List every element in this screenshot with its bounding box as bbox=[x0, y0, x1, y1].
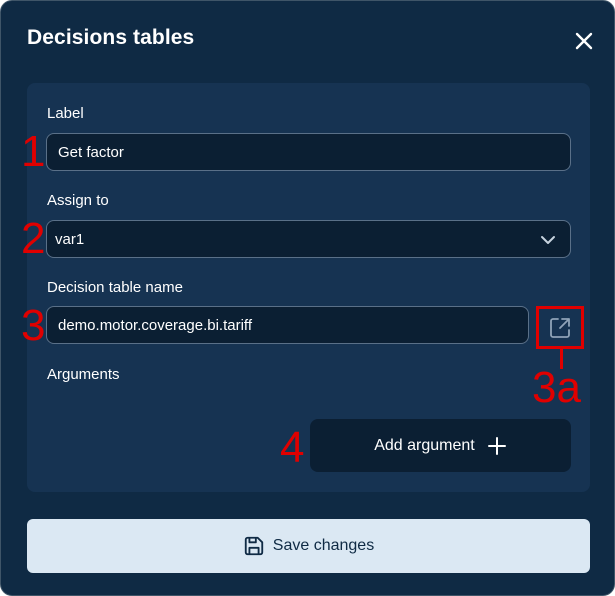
annotation-marker-3a: 3a bbox=[532, 363, 581, 412]
open-decision-table-button[interactable] bbox=[536, 306, 584, 349]
save-changes-button[interactable]: Save changes bbox=[27, 519, 590, 573]
decision-table-name-input[interactable]: demo.motor.coverage.bi.tariff bbox=[46, 306, 529, 344]
external-link-icon bbox=[550, 317, 570, 338]
save-changes-label: Save changes bbox=[272, 537, 375, 554]
annotation-marker-2: 2 bbox=[21, 214, 46, 263]
decision-tables-dialog: Decisions tables Label Get factor Assign… bbox=[0, 0, 615, 596]
add-argument-label: Add argument bbox=[374, 436, 475, 454]
floppy-disk-icon bbox=[244, 536, 263, 556]
label-input-value: Get factor bbox=[58, 143, 124, 161]
label-input[interactable]: Get factor bbox=[46, 133, 571, 171]
label-field-label: Label bbox=[47, 105, 84, 122]
assign-to-label: Assign to bbox=[47, 192, 109, 209]
annotation-marker-3: 3 bbox=[21, 301, 46, 350]
dialog-title: Decisions tables bbox=[27, 26, 195, 49]
close-icon bbox=[575, 32, 593, 50]
arguments-label: Arguments bbox=[47, 366, 120, 383]
form-panel: Label Get factor Assign to var1 Decision… bbox=[27, 83, 590, 492]
decision-table-name-value: demo.motor.coverage.bi.tariff bbox=[58, 316, 252, 334]
add-argument-button[interactable]: Add argument bbox=[310, 419, 571, 472]
plus-icon bbox=[487, 436, 506, 455]
decision-table-name-label: Decision table name bbox=[47, 279, 183, 296]
annotation-marker-4: 4 bbox=[280, 423, 305, 472]
annotation-marker-1: 1 bbox=[21, 127, 46, 176]
chevron-down-icon bbox=[541, 236, 555, 244]
assign-to-select[interactable]: var1 bbox=[46, 220, 571, 258]
assign-to-value: var1 bbox=[55, 230, 85, 248]
close-button[interactable] bbox=[571, 28, 597, 54]
